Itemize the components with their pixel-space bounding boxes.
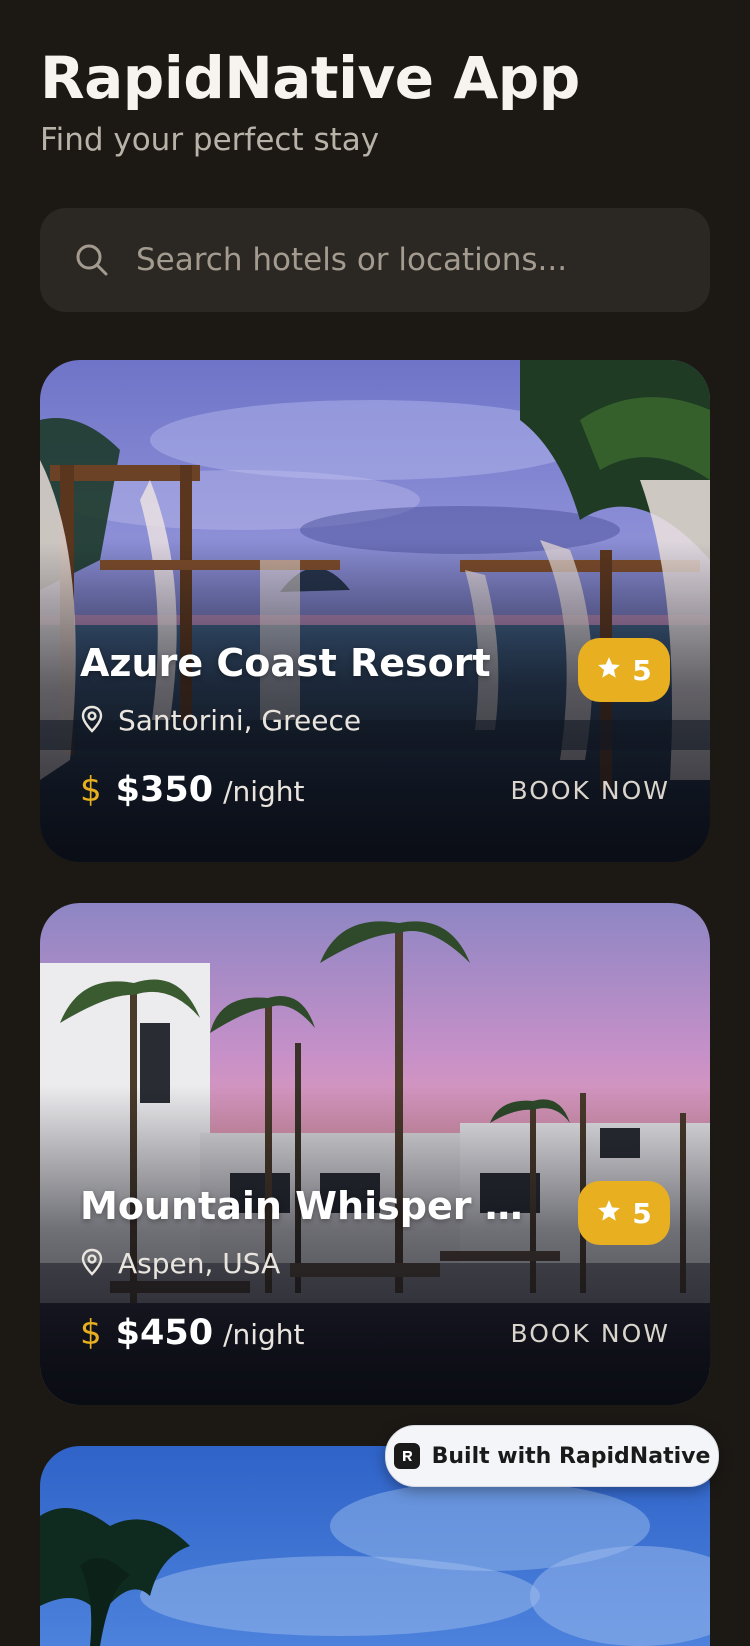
per-night-label: /night: [223, 1318, 305, 1351]
map-pin-icon: [80, 1248, 104, 1280]
price-row: $ $350 /night: [80, 770, 305, 810]
map-pin-icon: [80, 705, 104, 737]
hotel-location: Santorini, Greece: [118, 704, 362, 737]
search-bar[interactable]: [40, 208, 710, 312]
book-now-button[interactable]: BOOK NOW: [510, 1319, 670, 1348]
rating-value: 5: [632, 1196, 652, 1230]
rating-badge: 5: [578, 638, 670, 702]
header: RapidNative App Find your perfect stay: [40, 36, 710, 160]
search-input[interactable]: [136, 230, 710, 290]
star-icon: [596, 1198, 622, 1228]
rapidnative-logo-icon: [393, 1443, 420, 1469]
built-with-label: Built with RapidNative: [431, 1443, 711, 1469]
dollar-icon: $: [80, 770, 102, 810]
rating-value: 5: [632, 653, 652, 687]
hotel-location: Aspen, USA: [118, 1247, 281, 1280]
dollar-icon: $: [80, 1313, 102, 1353]
location-row: Santorini, Greece: [80, 704, 361, 737]
app-title: RapidNative App: [40, 44, 580, 112]
built-with-badge[interactable]: Built with RapidNative: [385, 1425, 719, 1487]
location-row: Aspen, USA: [80, 1247, 280, 1280]
hotel-card[interactable]: Mountain Whisper Lodge 5 Aspen, USA $ $4…: [40, 903, 710, 1405]
hotel-card[interactable]: Azure Coast Resort 5 Santorini, Greece $…: [40, 360, 710, 862]
app-subtitle: Find your perfect stay: [40, 122, 380, 158]
hotel-price: $450: [115, 1313, 214, 1353]
hotel-name: Azure Coast Resort: [80, 641, 491, 685]
price-row: $ $450 /night: [80, 1313, 305, 1353]
search-icon: [72, 240, 112, 280]
book-now-button[interactable]: BOOK NOW: [510, 776, 670, 805]
hotel-price: $350: [115, 770, 214, 810]
photo-gradient: [40, 542, 710, 862]
rating-badge: 5: [578, 1181, 670, 1245]
photo-gradient: [40, 1085, 710, 1405]
hotel-name: Mountain Whisper Lodge: [80, 1184, 540, 1228]
per-night-label: /night: [223, 775, 305, 808]
star-icon: [596, 655, 622, 685]
